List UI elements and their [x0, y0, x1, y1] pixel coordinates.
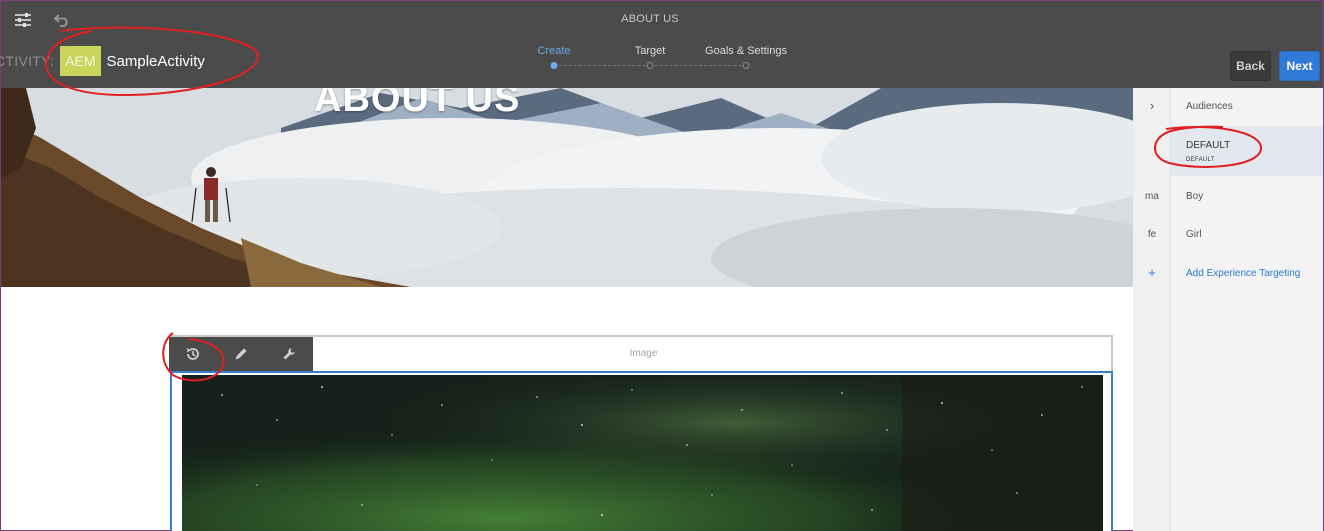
chevron-right-icon[interactable]: ›: [1133, 98, 1171, 113]
activity-label: CTIVITY:: [0, 53, 55, 69]
experience-default[interactable]: DEFAULT DEFAULT: [1171, 126, 1323, 176]
aurora-image: [182, 375, 1103, 531]
top-toolbar: ABOUT US CTIVITY: AEM SampleActivity Cre…: [0, 1, 1323, 88]
experience-label: Boy: [1186, 191, 1204, 202]
default-title: DEFAULT: [1186, 140, 1231, 151]
next-button[interactable]: Next: [1279, 51, 1320, 81]
component-toolbar: [169, 337, 313, 371]
experience-girl[interactable]: fe Girl: [1133, 222, 1323, 252]
audiences-header[interactable]: › Audiences: [1133, 88, 1323, 126]
step-goals-dot: [742, 62, 750, 69]
step-goals-label[interactable]: Goals & Settings: [705, 45, 787, 57]
image-component[interactable]: [170, 371, 1113, 531]
step-target-dot: [646, 62, 654, 69]
experience-code: ma: [1145, 191, 1159, 202]
step-target-label[interactable]: Target: [635, 45, 666, 57]
step-connector: [650, 65, 746, 66]
add-experience-targeting[interactable]: + Add Experience Targeting: [1133, 262, 1323, 292]
experience-boy[interactable]: ma Boy: [1133, 184, 1323, 214]
back-button[interactable]: Back: [1230, 51, 1271, 81]
step-create-dot: [550, 62, 558, 69]
hero-image: ABOUT US: [1, 88, 1133, 287]
hero-title: ABOUT US: [314, 88, 521, 120]
add-experience-link[interactable]: Add Experience Targeting: [1186, 268, 1300, 279]
step-progress: Create Target Goals & Settings: [521, 45, 791, 75]
step-connector: [554, 65, 650, 66]
audiences-panel: › Audiences DEFAULT DEFAULT ma Boy fe Gi…: [1133, 88, 1323, 531]
panel-gutter: [1133, 88, 1171, 531]
wrench-icon[interactable]: [265, 337, 313, 371]
audiences-label: Audiences: [1186, 101, 1233, 112]
component-label: Image: [629, 348, 658, 359]
pencil-icon[interactable]: [217, 337, 265, 371]
plus-icon[interactable]: +: [1133, 265, 1171, 280]
page-title: ABOUT US: [621, 13, 679, 25]
history-icon[interactable]: [169, 337, 217, 371]
aem-badge: AEM: [60, 46, 101, 76]
experience-label: Girl: [1186, 229, 1202, 240]
activity-name[interactable]: SampleActivity: [107, 53, 205, 70]
activity-name-area: CTIVITY: AEM SampleActivity: [0, 46, 205, 76]
experience-code: fe: [1147, 229, 1157, 240]
step-create-label[interactable]: Create: [537, 45, 570, 57]
default-subtitle: DEFAULT: [1186, 157, 1215, 163]
